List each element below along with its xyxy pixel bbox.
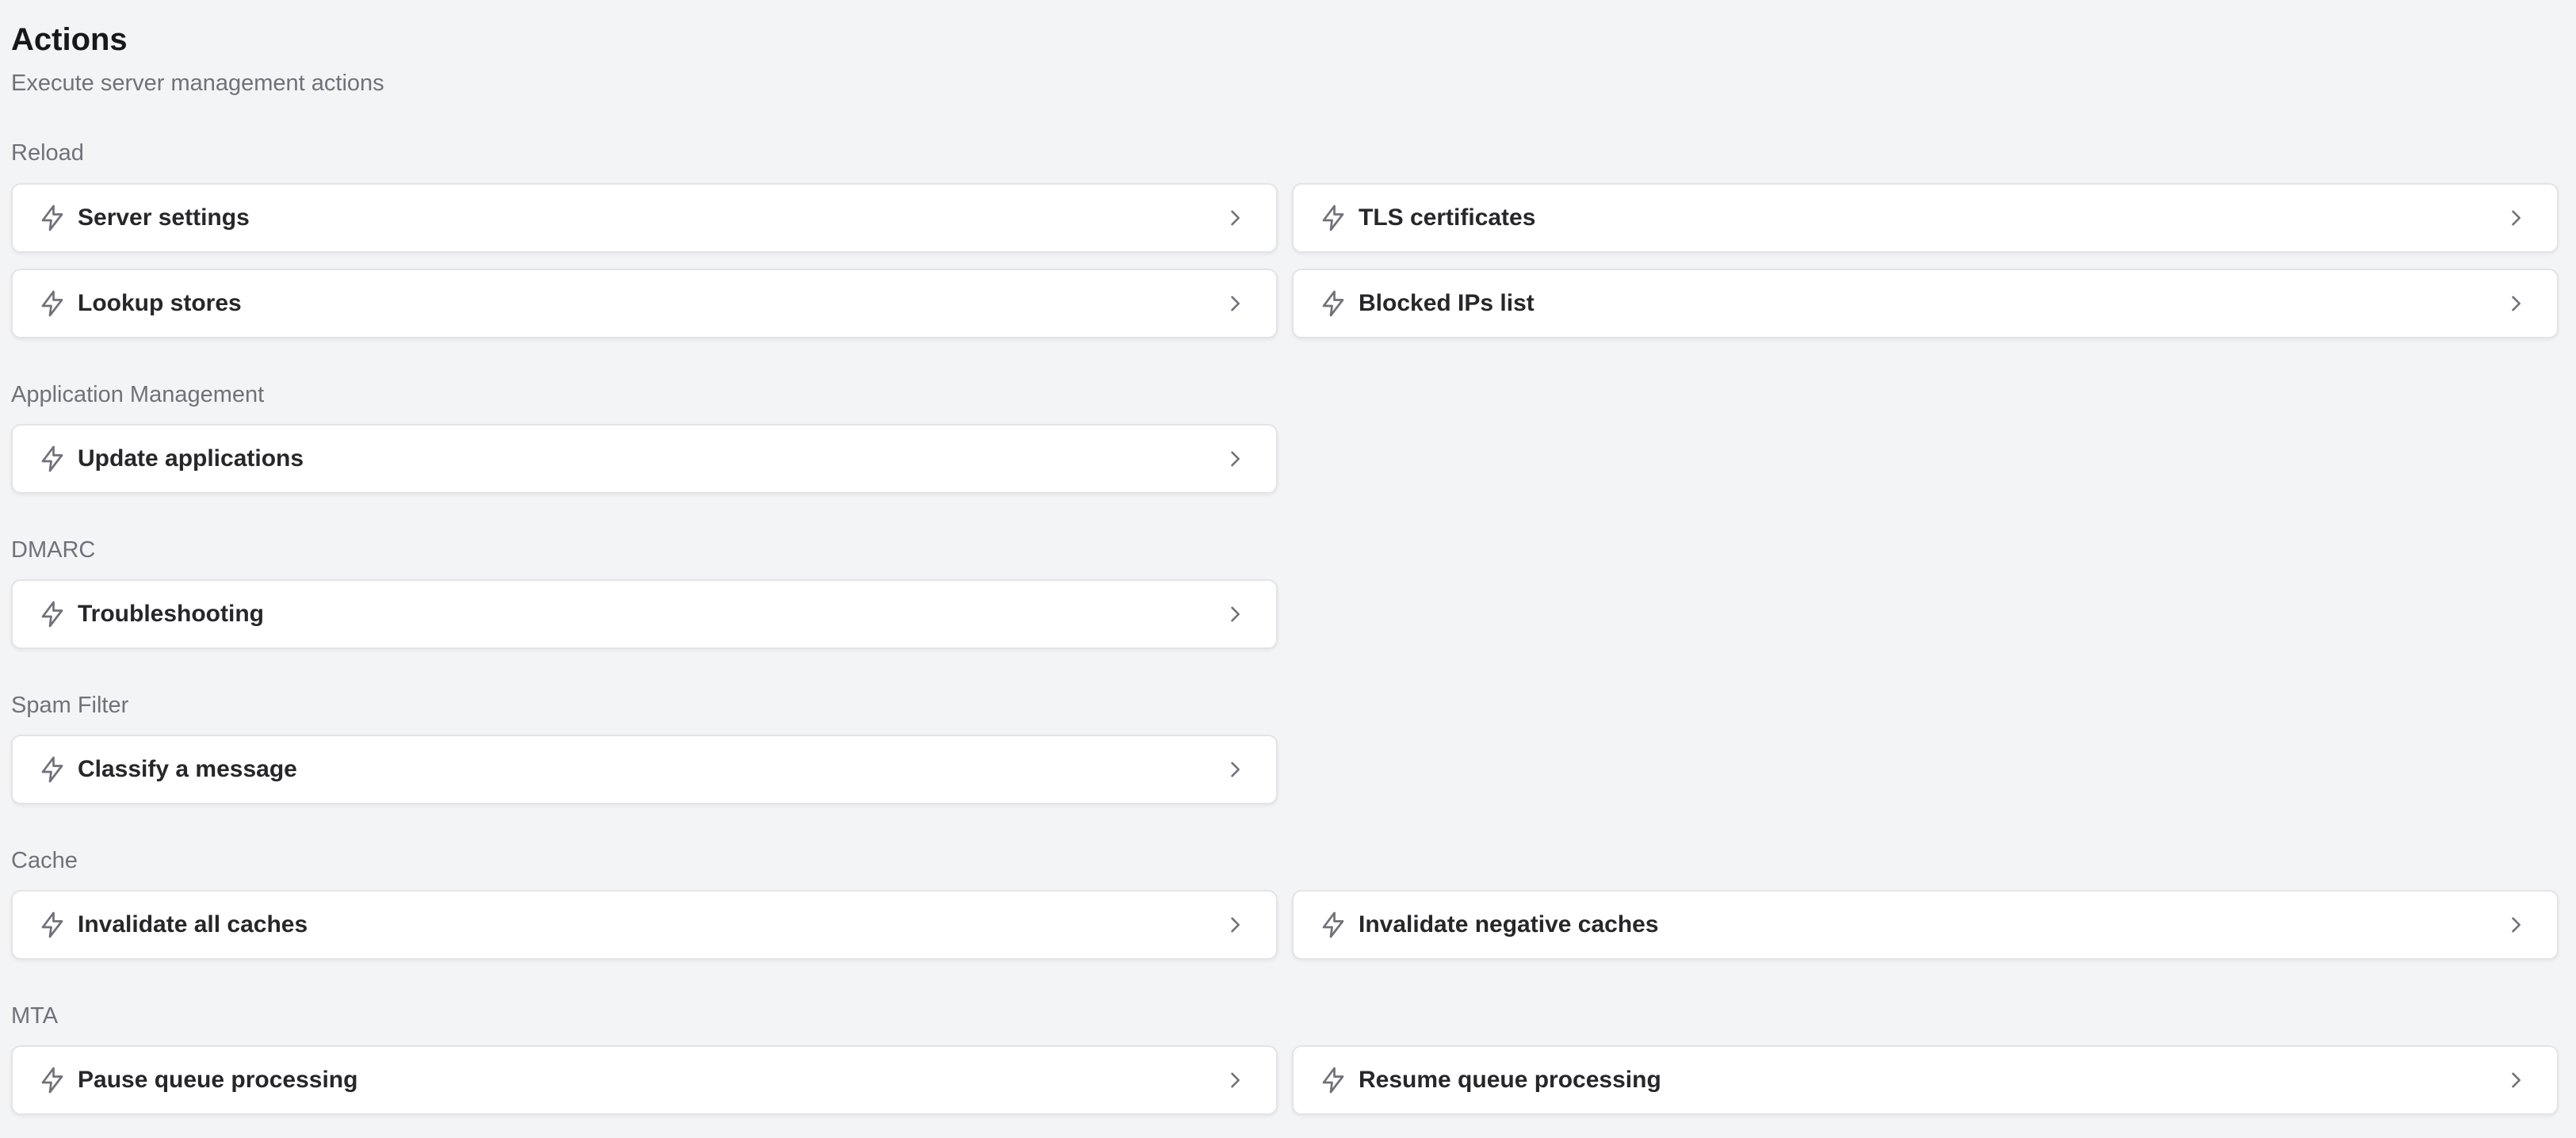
- action-server-settings[interactable]: Server settings: [11, 183, 1278, 253]
- lightning-bolt-icon: [38, 1066, 67, 1094]
- action-resume-queue-processing[interactable]: Resume queue processing: [1292, 1045, 2559, 1115]
- lightning-bolt-icon: [1319, 204, 1347, 232]
- action-blocked-ips-list[interactable]: Blocked IPs list: [1292, 269, 2559, 338]
- action-label: Server settings: [78, 204, 250, 231]
- lightning-bolt-icon: [38, 204, 67, 232]
- action-pause-queue-processing[interactable]: Pause queue processing: [11, 1045, 1278, 1115]
- page-title: Actions: [11, 22, 128, 57]
- action-troubleshooting[interactable]: Troubleshooting: [11, 579, 1278, 649]
- action-label: Update applications: [78, 445, 304, 472]
- chevron-right-icon: [1224, 1069, 1246, 1091]
- section-label-application-management: Application Management: [11, 382, 265, 407]
- section-label-spam-filter: Spam Filter: [11, 693, 129, 718]
- action-label: Classify a message: [78, 756, 297, 782]
- lightning-bolt-icon: [38, 445, 67, 473]
- action-label: Invalidate all caches: [78, 911, 308, 938]
- action-lookup-stores[interactable]: Lookup stores: [11, 269, 1278, 338]
- chevron-right-icon: [1224, 448, 1246, 470]
- lightning-bolt-icon: [38, 289, 67, 318]
- lightning-bolt-icon: [1319, 1066, 1347, 1094]
- lightning-bolt-icon: [1319, 911, 1347, 939]
- chevron-right-icon: [1224, 207, 1246, 229]
- lightning-bolt-icon: [38, 911, 67, 939]
- action-label: Pause queue processing: [78, 1067, 358, 1093]
- section-label-cache: Cache: [11, 848, 78, 873]
- section-label-reload: Reload: [11, 140, 84, 166]
- action-update-applications[interactable]: Update applications: [11, 424, 1278, 494]
- action-label: Lookup stores: [78, 290, 242, 316]
- section-label-dmarc: DMARC: [11, 537, 96, 563]
- chevron-right-icon: [1224, 914, 1246, 936]
- page-subtitle: Execute server management actions: [11, 71, 384, 96]
- action-label: Resume queue processing: [1359, 1067, 1661, 1093]
- chevron-right-icon: [2505, 1069, 2527, 1091]
- action-tls-certificates[interactable]: TLS certificates: [1292, 183, 2559, 253]
- action-classify-a-message[interactable]: Classify a message: [11, 735, 1278, 804]
- section-label-mta: MTA: [11, 1003, 59, 1029]
- chevron-right-icon: [2505, 207, 2527, 229]
- chevron-right-icon: [1224, 603, 1246, 625]
- chevron-right-icon: [2505, 914, 2527, 936]
- lightning-bolt-icon: [38, 755, 67, 784]
- chevron-right-icon: [1224, 758, 1246, 781]
- action-label: TLS certificates: [1359, 204, 1536, 231]
- lightning-bolt-icon: [38, 600, 67, 628]
- action-invalidate-all-caches[interactable]: Invalidate all caches: [11, 890, 1278, 960]
- action-label: Troubleshooting: [78, 601, 264, 627]
- action-label: Blocked IPs list: [1359, 290, 1535, 316]
- chevron-right-icon: [2505, 292, 2527, 315]
- action-invalidate-negative-caches[interactable]: Invalidate negative caches: [1292, 890, 2559, 960]
- actions-page: Actions Execute server management action…: [0, 0, 2576, 1138]
- lightning-bolt-icon: [1319, 289, 1347, 318]
- chevron-right-icon: [1224, 292, 1246, 315]
- action-label: Invalidate negative caches: [1359, 911, 1659, 938]
